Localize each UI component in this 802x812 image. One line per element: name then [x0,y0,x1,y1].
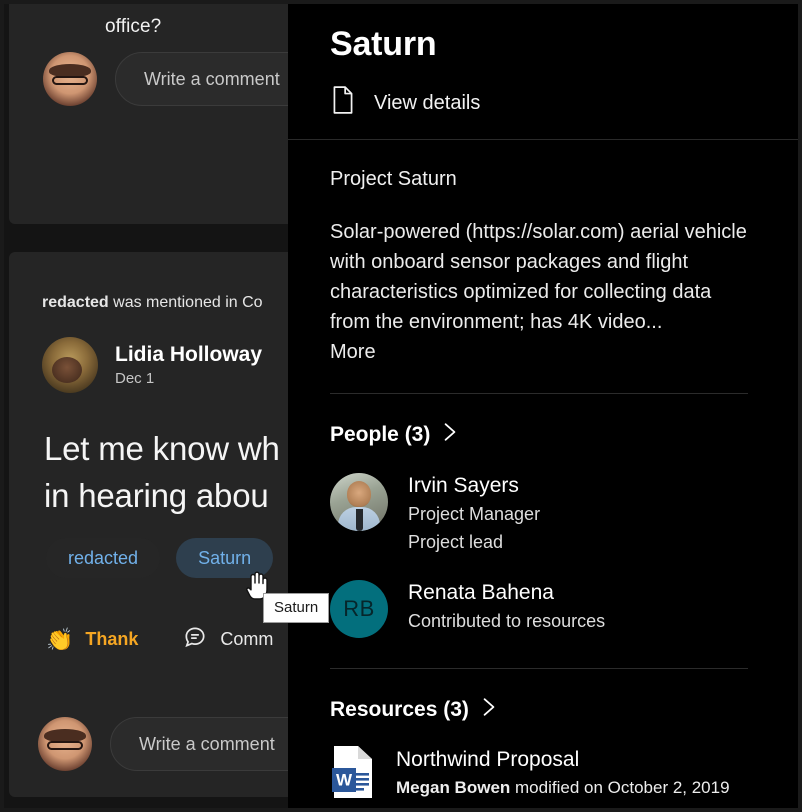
avatar [330,473,388,531]
list-item[interactable]: W Northwind Proposal Megan Bowen modifie… [330,744,748,800]
post-reactions: 👏 Thank Comm [46,624,273,655]
chevron-right-icon [481,697,497,722]
post-body-line-2: in hearing abou [44,476,269,514]
resource-modified-date: modified on October 2, 2019 [510,778,730,798]
post-text-tail: office? [105,16,162,37]
mention-notice: redacted was mentioned in Co [42,294,263,312]
resource-meta: Megan Bowen modified on October 2, 2019 [396,778,730,798]
comment-row-top: Write a comment [43,52,304,106]
post-body-line-1: Let me know wh [44,430,280,467]
view-details-link[interactable]: View details [330,85,798,121]
avatar [38,717,92,771]
avatar [43,52,97,106]
view-details-label: View details [374,91,481,114]
divider [330,393,748,394]
svg-text:W: W [336,771,353,790]
comment-row-bottom: Write a comment [38,717,304,771]
comment-icon[interactable] [195,4,223,6]
app-window: office? Write a comment redacted was men… [0,0,802,812]
people-section-header[interactable]: People (3) [330,422,748,447]
description-text: Solar-powered (https://solar.com) aerial… [330,221,747,333]
resources-heading: Resources (3) [330,697,469,721]
flyout-body: Project Saturn Solar-powered (https://so… [288,140,782,808]
avatar[interactable] [42,337,98,393]
post-body-text: Let me know wh in hearing abou [44,426,304,520]
post-author: Lidia Holloway Dec 1 [42,337,262,393]
tooltip-saturn: Saturn [263,593,330,624]
author-name[interactable]: Lidia Holloway [115,343,262,367]
people-heading: People (3) [330,422,431,446]
person-relation: Project lead [408,531,504,552]
more-link[interactable]: More [330,337,750,367]
thank-button[interactable]: 👏 Thank [46,626,139,652]
feed-column: office? Write a comment redacted was men… [4,4,304,808]
flyout-header: Saturn View details [288,4,798,121]
person-role: Contributed to resources [408,611,606,632]
share-icon[interactable] [251,4,279,6]
feed-post-card-bottom [9,252,304,797]
person-name: Irvin Sayers [408,474,519,497]
post-tags: redacted Saturn [46,538,274,578]
chevron-right-icon [442,422,458,447]
list-item[interactable]: RB Renata Bahena Contributed to resource… [330,580,748,639]
thank-label: Thank [85,629,139,649]
comment-icon [182,624,208,655]
comment-input-bottom[interactable]: Write a comment [110,717,304,771]
page-title: Saturn [330,25,437,63]
resource-modifier: Megan Bowen [396,778,511,798]
document-icon [330,85,356,121]
mention-rest: was mentioned in Co [108,294,263,311]
list-item[interactable]: Irvin Sayers Project Manager Project lea… [330,473,748,554]
project-name: Project Saturn [330,168,457,190]
like-icon[interactable] [139,4,167,6]
feed-post-card-top: office? Write a comment [9,4,304,224]
avatar: RB [330,580,388,639]
tag-redacted[interactable]: redacted [46,538,161,578]
resource-name: Northwind Proposal [396,747,580,771]
project-description: Solar-powered (https://solar.com) aerial… [330,217,750,367]
person-role: Project Manager [408,504,541,525]
word-document-icon: W [330,744,376,800]
comment-button[interactable]: Comm [182,624,273,655]
comment-input-top[interactable]: Write a comment [115,52,304,106]
avatar-detail [356,509,363,531]
clap-emoji: 👏 [46,626,74,652]
post-actions-top: ⌄ [139,4,304,6]
person-name: Renata Bahena [408,581,554,605]
post-date: Dec 1 [115,370,155,388]
comment-label: Comm [220,629,274,649]
mention-subject: redacted [42,294,109,311]
divider [330,668,748,670]
resources-section-header[interactable]: Resources (3) [330,697,748,722]
header-divider [288,139,798,140]
saturn-detail-flyout: Saturn View details Project Saturn Solar… [288,4,798,808]
tag-saturn[interactable]: Saturn [176,538,274,578]
